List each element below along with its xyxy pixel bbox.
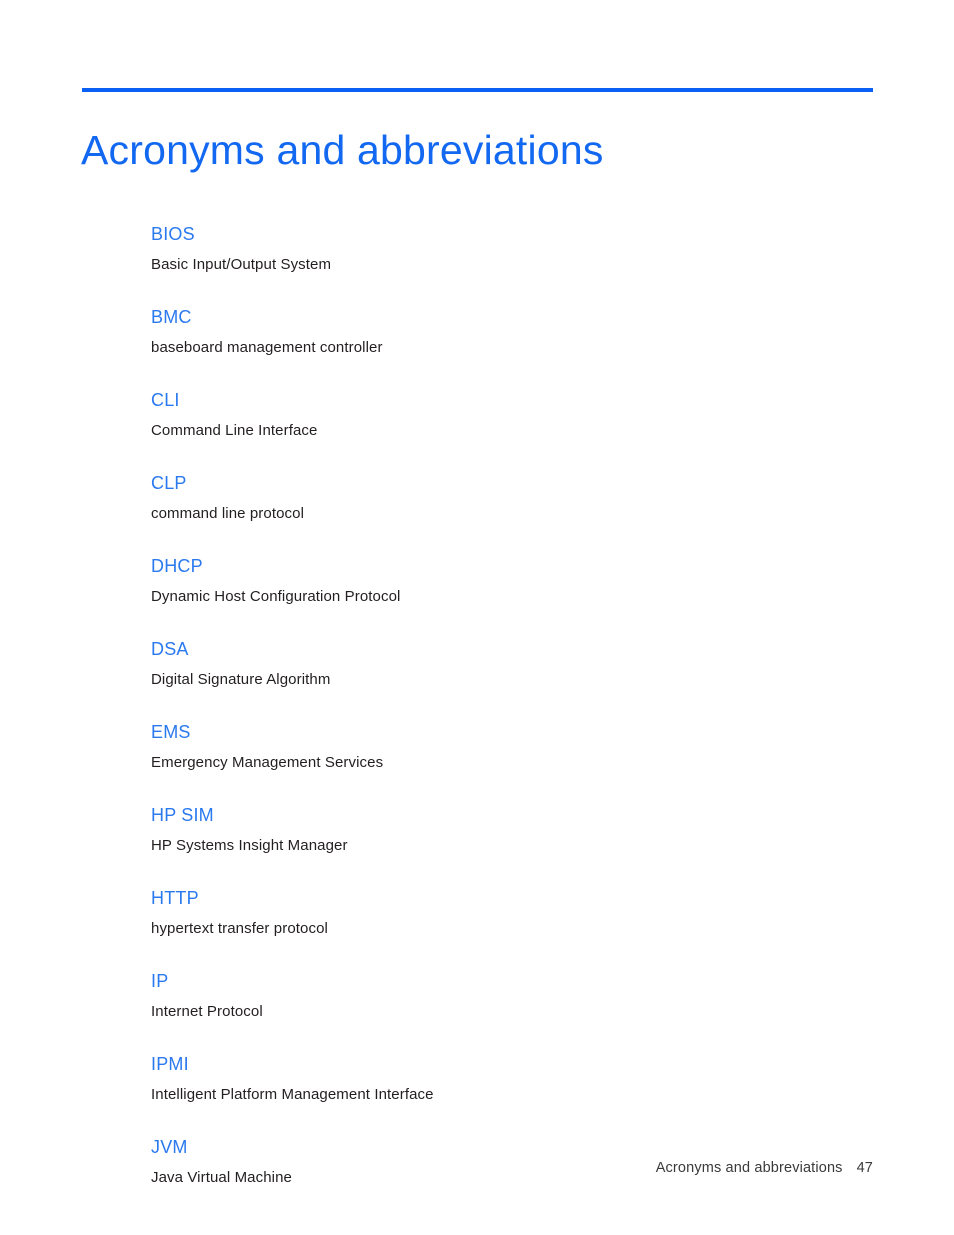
page-footer: Acronyms and abbreviations 47 (0, 1158, 873, 1178)
glossary-term: BMC (151, 307, 192, 327)
glossary-term: IP (151, 971, 169, 991)
glossary-term: CLP (151, 473, 187, 493)
glossary-entry: CLP command line protocol (151, 471, 873, 524)
glossary-term: DSA (151, 639, 189, 659)
glossary-definition: baseboard management controller (151, 339, 383, 356)
glossary-definition: Basic Input/Output System (151, 256, 332, 273)
glossary-entry: HTTP hypertext transfer protocol (151, 886, 873, 939)
glossary-entry: IPMI Intelligent Platform Management Inte… (151, 1052, 873, 1105)
glossary-entry: DHCP Dynamic Host Configuration Protocol (151, 554, 873, 607)
glossary-definition: HP Systems Insight Manager (151, 837, 348, 854)
glossary-term: JVM (151, 1137, 188, 1157)
glossary-entry: HP SIM HP Systems Insight Manager (151, 803, 873, 856)
page-title: Acronyms and abbreviations (81, 127, 604, 174)
glossary-term: CLI (151, 390, 180, 410)
glossary-term: DHCP (151, 556, 203, 576)
glossary-definition: Internet Protocol (151, 1003, 263, 1020)
glossary-list: BIOS Basic Input/Output System BMC baseboar… (151, 222, 873, 1188)
document-page: Acronyms and abbreviations BIOS Basic Inp… (0, 0, 954, 1235)
footer-page-number: 47 (856, 1160, 873, 1176)
footer-section-label: Acronyms and abbreviations (655, 1160, 843, 1176)
glossary-term: EMS (151, 722, 191, 742)
glossary-entry: EMS Emergency Management Services (151, 720, 873, 773)
glossary-definition: hypertext transfer protocol (151, 920, 328, 937)
title-rule (82, 88, 873, 92)
glossary-definition: Digital Signature Algorithm (151, 671, 331, 688)
glossary-entry: BIOS Basic Input/Output System (151, 222, 873, 275)
glossary-entry: DSA Digital Signature Algorithm (151, 637, 873, 690)
glossary-term: BIOS (151, 224, 195, 244)
glossary-entry: BMC baseboard management controller (151, 305, 873, 358)
glossary-term: IPMI (151, 1054, 189, 1074)
glossary-entry: CLI Command Line Interface (151, 388, 873, 441)
glossary-definition: command line protocol (151, 505, 305, 522)
glossary-definition: Command Line Interface (151, 422, 318, 439)
glossary-definition: Dynamic Host Configuration Protocol (151, 588, 401, 605)
glossary-entry: IP Internet Protocol (151, 969, 873, 1022)
glossary-term: HP SIM (151, 805, 214, 825)
glossary-definition: Intelligent Platform Management Interfac… (151, 1086, 434, 1103)
glossary-term: HTTP (151, 888, 199, 908)
glossary-definition: Emergency Management Services (151, 754, 384, 771)
